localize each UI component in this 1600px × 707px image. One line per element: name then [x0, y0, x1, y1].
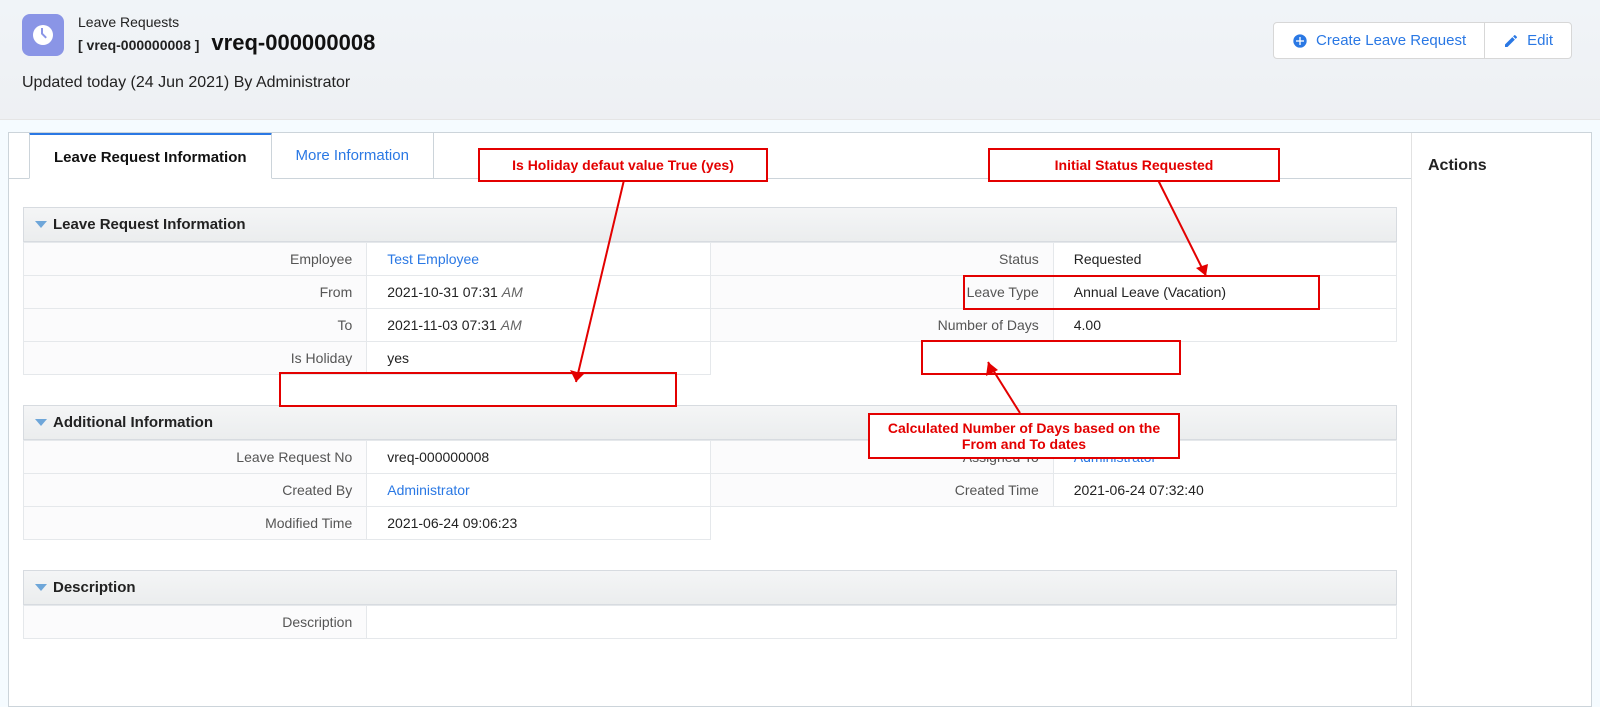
field-value-to: 2021-11-03 07:31AM: [367, 309, 710, 342]
field-value-from: 2021-10-31 07:31AM: [367, 276, 710, 309]
section-title: Leave Request Information: [53, 216, 246, 233]
field-value-leave-type: Annual Leave (Vacation): [1053, 276, 1396, 309]
field-label: Created By: [24, 474, 367, 507]
field-label: Status: [710, 243, 1053, 276]
created-by-link[interactable]: Administrator: [387, 482, 469, 498]
field-label: Modified Time: [24, 507, 367, 540]
employee-link[interactable]: Test Employee: [387, 251, 479, 267]
edit-button[interactable]: Edit: [1484, 22, 1572, 59]
tab-more-information[interactable]: More Information: [271, 132, 434, 178]
create-leave-request-button[interactable]: Create Leave Request: [1273, 22, 1485, 59]
field-label: Leave Type: [710, 276, 1053, 309]
field-value-modified-time: 2021-06-24 09:06:23: [367, 507, 710, 540]
field-label: Description: [24, 606, 367, 639]
pencil-icon: [1503, 33, 1519, 49]
empty-cell: [710, 342, 1053, 375]
field-label: Created Time: [710, 474, 1053, 507]
empty-cell: [1053, 342, 1396, 375]
field-value-num-days: 4.00: [1053, 309, 1396, 342]
section-title: Additional Information: [53, 414, 213, 431]
section-title: Description: [53, 579, 136, 596]
field-value-request-no: vreq-000000008: [367, 441, 710, 474]
tab-label: Leave Request Information: [54, 149, 247, 166]
field-value-created-time: 2021-06-24 07:32:40: [1053, 474, 1396, 507]
field-value-description: [367, 606, 1397, 639]
empty-cell: [1053, 507, 1396, 540]
module-name: Leave Requests: [78, 14, 375, 30]
field-label: Employee: [24, 243, 367, 276]
chevron-down-icon: [35, 419, 47, 426]
section-header-leave-request-info[interactable]: Leave Request Information: [23, 207, 1397, 242]
field-value-assigned-to: Administrator: [1053, 441, 1396, 474]
actions-sidebar: Actions: [1411, 133, 1591, 706]
field-label: Assigned To: [710, 441, 1053, 474]
additional-info-table: Leave Request No vreq-000000008 Assigned…: [23, 440, 1397, 540]
module-icon: [22, 14, 64, 56]
field-label: Leave Request No: [24, 441, 367, 474]
section-header-additional-info[interactable]: Additional Information: [23, 405, 1397, 440]
leave-request-info-table: Employee Test Employee Status Requested …: [23, 242, 1397, 375]
field-value-is-holiday: yes: [367, 342, 710, 375]
tab-leave-request-info[interactable]: Leave Request Information: [29, 132, 272, 179]
page-title: vreq-000000008: [211, 30, 375, 56]
record-header: Leave Requests [ vreq-000000008 ] vreq-0…: [0, 0, 1600, 120]
assigned-to-link[interactable]: Administrator: [1074, 449, 1156, 465]
field-label: Is Holiday: [24, 342, 367, 375]
field-label: Number of Days: [710, 309, 1053, 342]
chevron-down-icon: [35, 221, 47, 228]
field-value-created-by: Administrator: [367, 474, 710, 507]
field-value-employee: Test Employee: [367, 243, 710, 276]
edit-button-label: Edit: [1527, 32, 1553, 49]
chevron-down-icon: [35, 584, 47, 591]
tab-label: More Information: [296, 147, 409, 164]
record-id-bracket: [ vreq-000000008 ]: [78, 37, 199, 53]
description-table: Description: [23, 605, 1397, 639]
section-header-description[interactable]: Description: [23, 570, 1397, 605]
updated-line: Updated today (24 Jun 2021) By Administr…: [22, 74, 1578, 92]
plus-circle-icon: [1292, 33, 1308, 49]
field-value-status: Requested: [1053, 243, 1396, 276]
field-label: From: [24, 276, 367, 309]
create-button-label: Create Leave Request: [1316, 32, 1466, 49]
actions-title: Actions: [1428, 157, 1575, 175]
empty-cell: [710, 507, 1053, 540]
field-label: To: [24, 309, 367, 342]
